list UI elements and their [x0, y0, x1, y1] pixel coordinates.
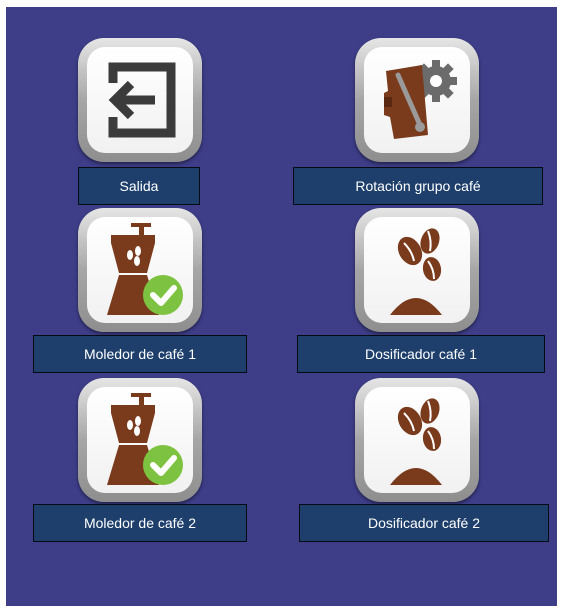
coffee-grinder-check-icon	[107, 393, 183, 485]
doser-2-button[interactable]	[355, 378, 479, 502]
coffee-doser-icon	[390, 228, 442, 315]
exit-icon	[108, 62, 176, 138]
grinder-1-label[interactable]: Moledor de café 1	[33, 335, 247, 373]
group-rotation-button[interactable]	[355, 38, 479, 162]
doser-1-label[interactable]: Dosificador café 1	[297, 335, 545, 373]
group-rotation-label[interactable]: Rotación grupo café	[293, 167, 543, 205]
coffee-grinder-check-icon	[107, 223, 183, 315]
group-rotation-icon	[384, 60, 457, 139]
exit-button[interactable]	[78, 38, 202, 162]
grinder-2-label[interactable]: Moledor de café 2	[33, 504, 247, 542]
grinder-1-button[interactable]	[78, 208, 202, 332]
menu-panel: Salida Rotación grupo café Moledor de ca…	[6, 7, 557, 606]
coffee-doser-icon	[390, 398, 442, 485]
doser-2-label[interactable]: Dosificador café 2	[299, 504, 549, 542]
exit-label[interactable]: Salida	[78, 167, 200, 205]
doser-1-button[interactable]	[355, 208, 479, 332]
grinder-2-button[interactable]	[78, 378, 202, 502]
